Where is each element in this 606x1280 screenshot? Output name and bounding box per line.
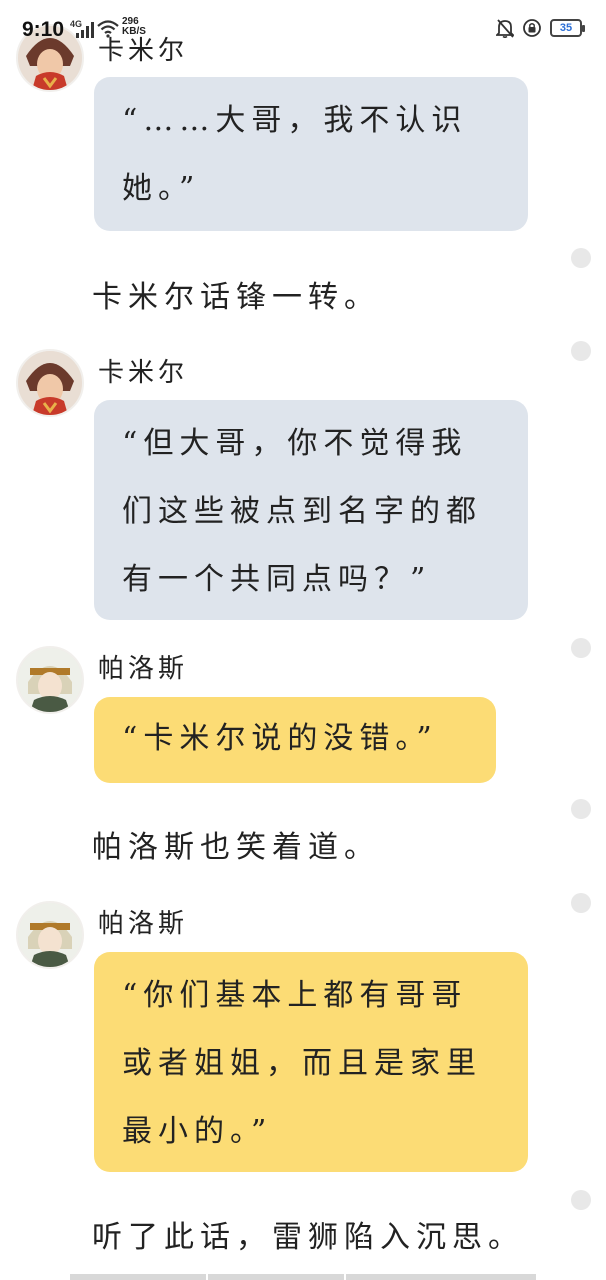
dialogue-text: “但大哥，你不觉得我们这些被点到名字的都有一个共同点吗？” xyxy=(122,426,482,597)
alarm-lock-icon xyxy=(523,19,541,37)
dialogue-bubble[interactable]: “……大哥，我不认识她。” xyxy=(94,77,528,231)
paragraph-comment-dot[interactable] xyxy=(571,248,591,268)
dialogue-bubble[interactable]: “但大哥，你不觉得我们这些被点到名字的都有一个共同点吗？” xyxy=(94,400,528,620)
narration-text: 听了此话，雷狮陷入沉思。 xyxy=(92,1220,524,1255)
wifi-icon xyxy=(97,20,119,38)
reader-screen: 9:10 4G 296 KB/S 35 卡米尔 “……大哥，我不认识她。” 卡米… xyxy=(0,0,606,1280)
avatar-camil[interactable] xyxy=(16,349,84,417)
dialogue-text: “卡米尔说的没错。” xyxy=(122,721,438,756)
paragraph-comment-dot[interactable] xyxy=(571,638,591,658)
avatar-palos[interactable] xyxy=(16,646,84,714)
avatar-palos[interactable] xyxy=(16,901,84,969)
paragraph-comment-dot[interactable] xyxy=(571,893,591,913)
signal-icon xyxy=(76,22,94,38)
status-time: 9:10 xyxy=(22,18,65,41)
bell-muted-icon xyxy=(496,19,514,38)
bottom-toolbar-segment xyxy=(208,1274,344,1280)
paragraph-comment-dot[interactable] xyxy=(571,1190,591,1210)
network-speed: 296 KB/S xyxy=(122,17,146,37)
dialogue-bubble[interactable]: “卡米尔说的没错。” xyxy=(94,697,496,783)
paragraph-comment-dot[interactable] xyxy=(571,799,591,819)
paragraph-comment-dot[interactable] xyxy=(571,341,591,361)
battery-icon: 35 xyxy=(550,19,585,37)
narration-text: 帕洛斯也笑着道。 xyxy=(92,830,380,865)
speaker-name: 帕洛斯 xyxy=(98,654,189,684)
speed-unit: KB/S xyxy=(122,26,146,37)
status-icons: 35 xyxy=(496,18,585,38)
dialogue-text: “……大哥，我不认识她。” xyxy=(122,103,468,206)
bottom-toolbar-segment xyxy=(346,1274,536,1280)
bottom-toolbar-segment xyxy=(70,1274,206,1280)
narration-text: 卡米尔话锋一转。 xyxy=(92,280,380,315)
dialogue-text: “你们基本上都有哥哥或者姐姐，而且是家里最小的。” xyxy=(122,978,482,1149)
battery-level: 35 xyxy=(559,22,573,34)
dialogue-bubble[interactable]: “你们基本上都有哥哥或者姐姐，而且是家里最小的。” xyxy=(94,952,528,1172)
status-bar: 9:10 4G 296 KB/S 35 xyxy=(0,0,606,62)
speaker-name: 帕洛斯 xyxy=(98,909,189,939)
speaker-name: 卡米尔 xyxy=(98,358,189,388)
